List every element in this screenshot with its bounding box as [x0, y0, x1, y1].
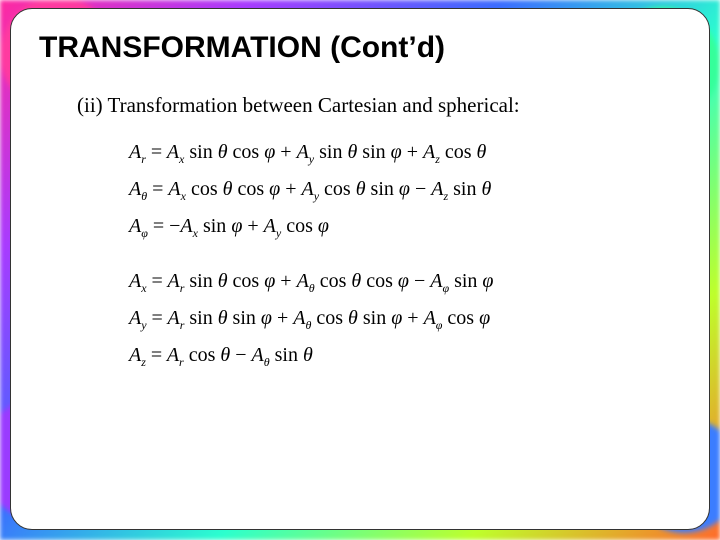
equation-atheta: Aθ = Ax cos θ cos φ + Ay cos θ sin φ − A… — [129, 179, 681, 202]
slide-card: TRANSFORMATION (Cont’d) (ii) Transformat… — [10, 8, 710, 530]
equation-az: Az = Ar cos θ − Aθ sin θ — [129, 345, 681, 368]
equation-ay: Ay = Ar sin θ sin φ + Aθ cos θ sin φ + A… — [129, 308, 681, 331]
equation-ar: Ar = Ax sin θ cos φ + Ay sin θ sin φ + A… — [129, 142, 681, 165]
slide-title: TRANSFORMATION (Cont’d) — [39, 31, 681, 65]
equation-block: Ar = Ax sin θ cos φ + Ay sin θ sin φ + A… — [129, 142, 681, 368]
equation-ax: Ax = Ar sin θ cos φ + Aθ cos θ cos φ − A… — [129, 271, 681, 294]
equation-aphi: Aφ = −Ax sin φ + Ay cos φ — [129, 216, 681, 239]
item-heading: (ii) Transformation between Cartesian an… — [77, 93, 681, 118]
